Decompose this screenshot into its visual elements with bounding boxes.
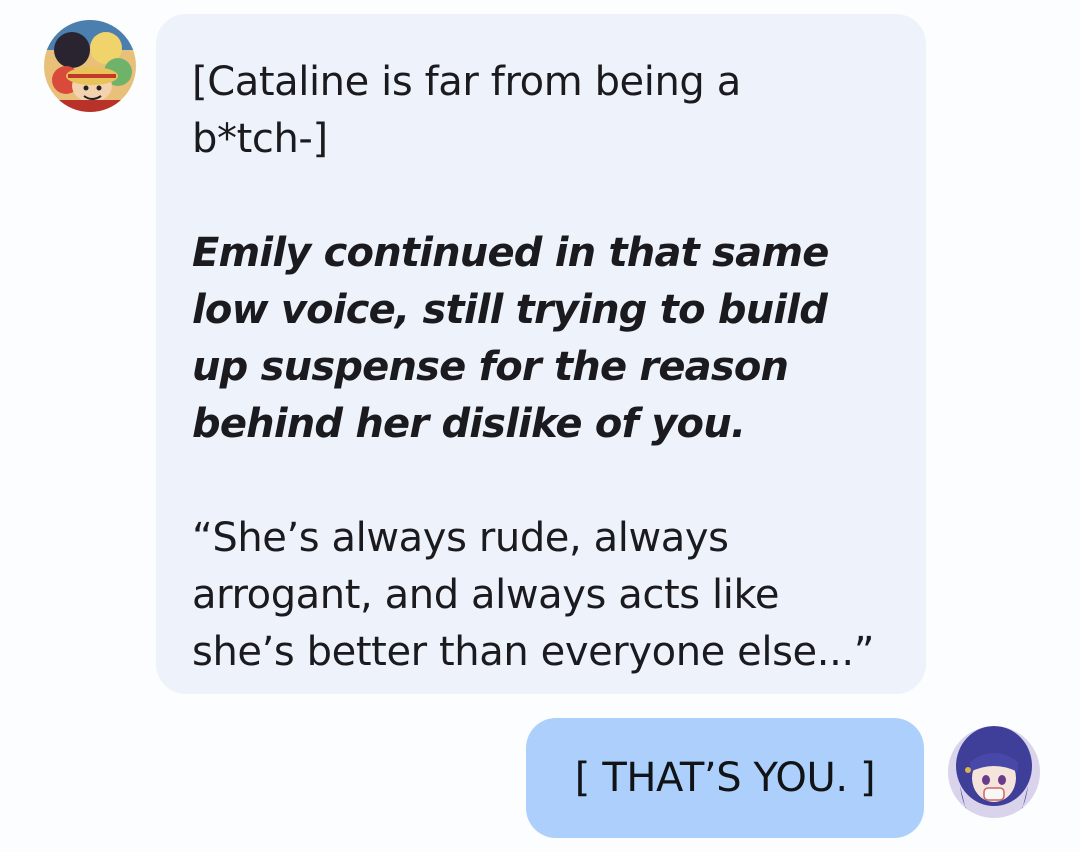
user-message-text: [ THAT’S YOU. ] [574, 755, 876, 801]
anime-girl-avatar-icon [948, 726, 1040, 818]
narration-paragraph: Emily continued in that same low voice, … [192, 230, 829, 447]
message-paragraph: [Cataline is far from being a b*tch-] [192, 59, 741, 162]
message-paragraph: “She’s always rude, always arrogant, and… [192, 515, 875, 675]
bot-avatar[interactable] [44, 20, 136, 112]
anime-group-avatar-icon [44, 20, 136, 112]
user-message-bubble[interactable]: [ THAT’S YOU. ] [526, 718, 924, 838]
user-avatar[interactable] [948, 726, 1040, 818]
bot-message-bubble[interactable]: [Cataline is far from being a b*tch-] Em… [156, 14, 926, 694]
